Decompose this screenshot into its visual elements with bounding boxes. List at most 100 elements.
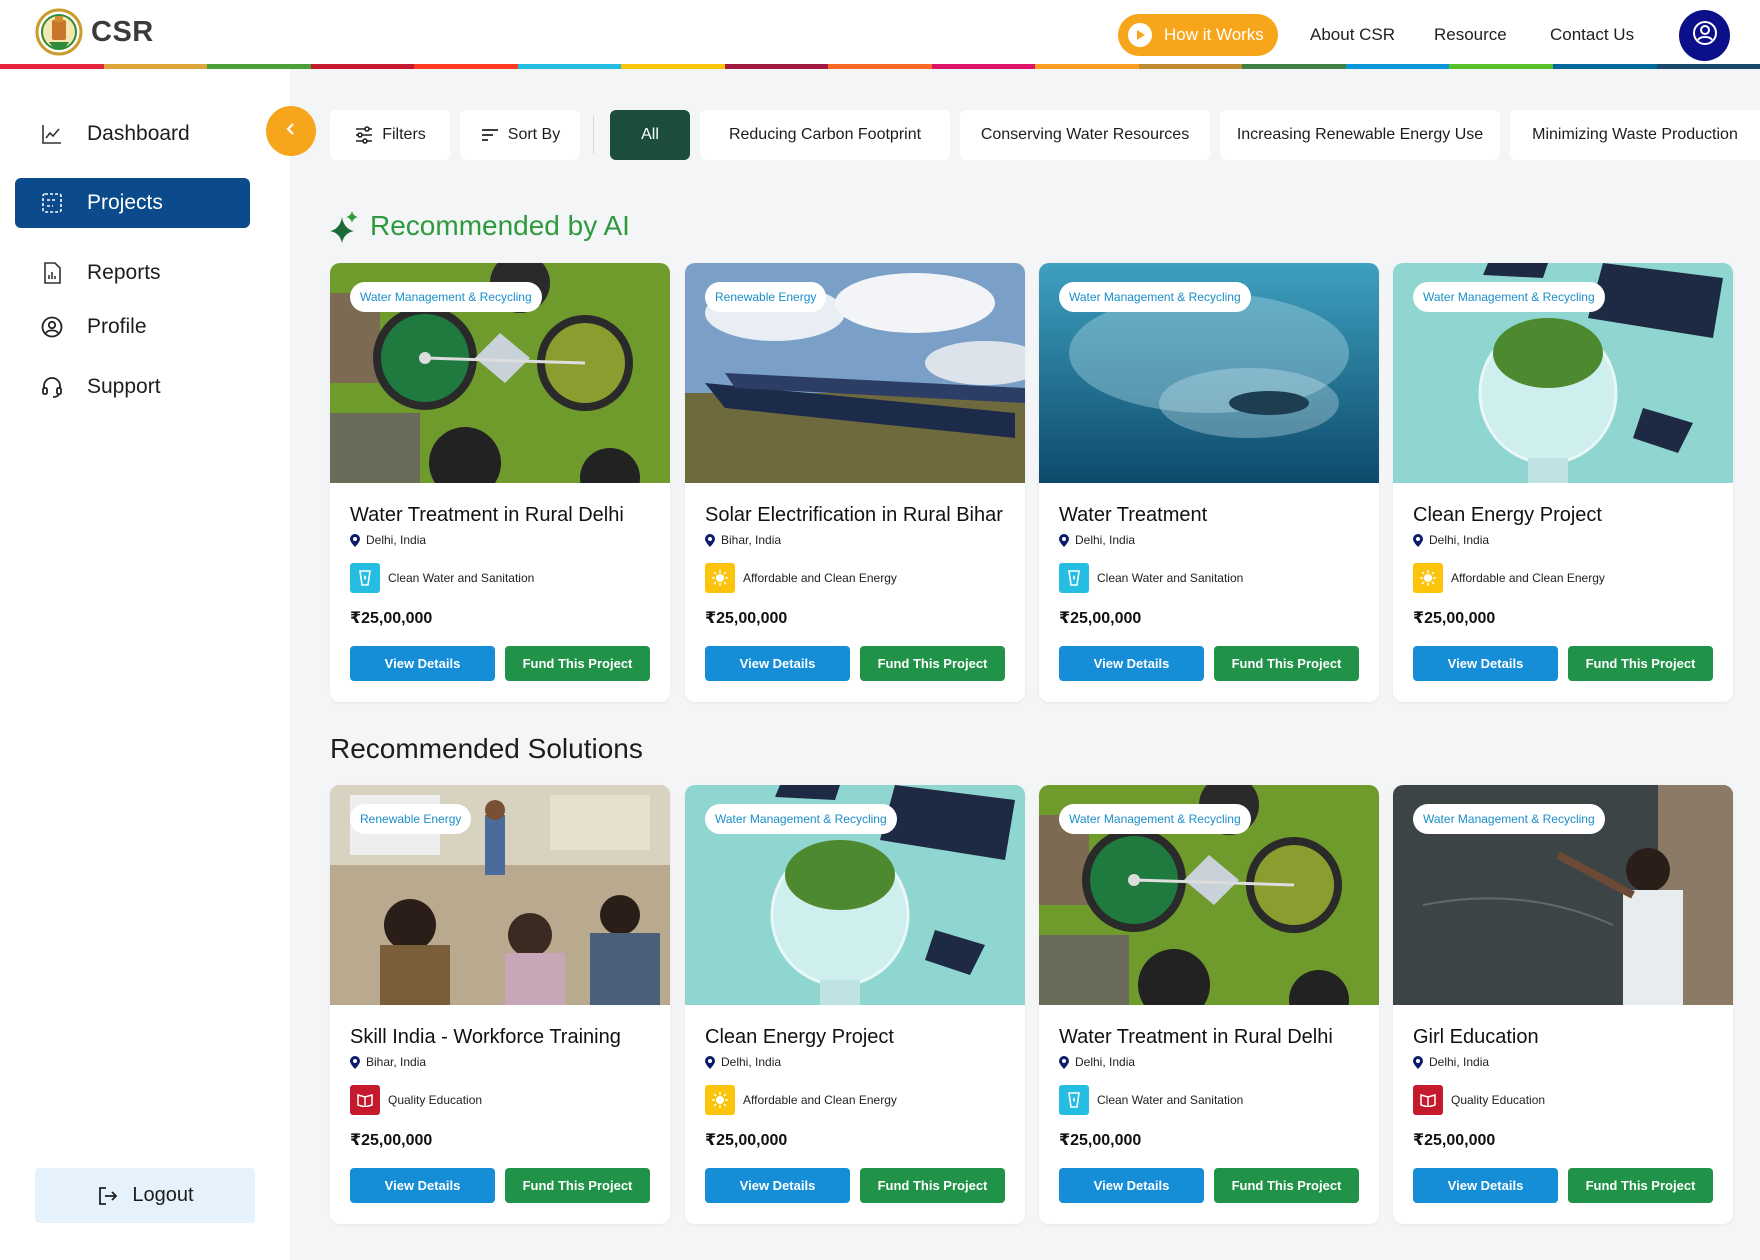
sidebar-item-reports[interactable]: Reports	[15, 248, 250, 298]
how-it-works-button[interactable]: How it Works	[1118, 14, 1278, 56]
chip-reducing-carbon-footprint[interactable]: Reducing Carbon Footprint	[700, 110, 950, 160]
category-badge: Water Management & Recycling	[1413, 282, 1605, 312]
location-pin-icon	[1059, 1055, 1069, 1069]
project-card[interactable]: Water Management & Recycling Clean Energ…	[685, 785, 1025, 1224]
project-location: Delhi, India	[350, 533, 426, 547]
project-card[interactable]: Water Management & Recycling Water Treat…	[1039, 785, 1379, 1224]
state-emblem-logo[interactable]	[35, 6, 83, 58]
chevron-left-icon	[284, 122, 298, 141]
logout-icon	[96, 1185, 118, 1207]
project-location: Bihar, India	[350, 1055, 426, 1069]
collapse-sidebar-button[interactable]	[266, 106, 316, 156]
sdg-goal-icon	[1413, 1085, 1443, 1115]
section-title-recommended-by-ai: Recommended by AI	[370, 210, 630, 241]
chip-all[interactable]: All	[610, 110, 690, 160]
sidebar-item-label: Profile	[87, 315, 147, 338]
sidebar-item-label: Dashboard	[87, 122, 190, 145]
project-location: Delhi, India	[1413, 1055, 1489, 1069]
sdg-goal: Clean Water and Sanitation	[350, 563, 534, 593]
fund-project-button[interactable]: Fund This Project	[505, 646, 650, 681]
view-details-button[interactable]: View Details	[350, 646, 495, 681]
sdg-goal-label: Quality Education	[1451, 1093, 1546, 1107]
project-card[interactable]: Water Management & Recycling Clean Energ…	[1393, 263, 1733, 702]
view-details-button[interactable]: View Details	[705, 646, 850, 681]
project-card[interactable]: Water Management & Recycling Girl Educat…	[1393, 785, 1733, 1224]
fund-project-button[interactable]: Fund This Project	[860, 646, 1005, 681]
nav-resource[interactable]: Resource	[1434, 14, 1507, 56]
logout-button[interactable]: Logout	[35, 1168, 255, 1223]
chip-increasing-renewable-energy[interactable]: Increasing Renewable Energy Use	[1220, 110, 1500, 160]
fund-project-button[interactable]: Fund This Project	[1214, 1168, 1359, 1203]
filters-button[interactable]: Filters	[330, 110, 450, 160]
fund-project-button[interactable]: Fund This Project	[1214, 646, 1359, 681]
view-details-button[interactable]: View Details	[1059, 1168, 1204, 1203]
sliders-icon	[354, 125, 374, 145]
sidebar-item-profile[interactable]: Profile	[15, 302, 250, 352]
fund-project-button[interactable]: Fund This Project	[1568, 1168, 1713, 1203]
category-badge: Water Management & Recycling	[350, 282, 542, 312]
nav-about-csr[interactable]: About CSR	[1310, 14, 1395, 56]
view-details-button[interactable]: View Details	[1059, 646, 1204, 681]
project-title[interactable]: Clean Energy Project	[1413, 504, 1602, 527]
location-pin-icon	[350, 1055, 360, 1069]
sdg-goal-label: Affordable and Clean Energy	[1451, 571, 1605, 585]
project-amount: ₹25,00,000	[350, 610, 433, 627]
project-card[interactable]: Renewable Energy Skill India - Workforce…	[330, 785, 670, 1224]
project-card[interactable]: Renewable Energy Solar Electrification i…	[685, 263, 1025, 702]
project-title[interactable]: Water Treatment in Rural Delhi	[350, 504, 624, 527]
sdg-goal-icon	[1059, 1085, 1089, 1115]
location-text: Delhi, India	[366, 533, 427, 547]
section-title-recommended-solutions: Recommended Solutions	[330, 733, 643, 764]
view-details-button[interactable]: View Details	[1413, 646, 1558, 681]
projects-icon	[39, 190, 65, 216]
filter-divider	[593, 116, 594, 154]
nav-contact-us[interactable]: Contact Us	[1550, 14, 1634, 56]
location-text: Delhi, India	[1429, 1055, 1490, 1069]
project-title[interactable]: Water Treatment	[1059, 504, 1207, 527]
sidebar-item-projects[interactable]: Projects	[15, 178, 250, 228]
report-icon	[39, 260, 65, 286]
logout-label: Logout	[132, 1184, 194, 1206]
location-pin-icon	[1413, 1055, 1423, 1069]
fund-project-button[interactable]: Fund This Project	[860, 1168, 1005, 1203]
project-title[interactable]: Water Treatment in Rural Delhi	[1059, 1026, 1333, 1049]
project-title[interactable]: Clean Energy Project	[705, 1026, 894, 1049]
project-title[interactable]: Girl Education	[1413, 1026, 1539, 1049]
brand-name[interactable]: CSR	[91, 16, 154, 49]
view-details-button[interactable]: View Details	[705, 1168, 850, 1203]
profile-icon	[39, 314, 65, 340]
view-details-button[interactable]: View Details	[350, 1168, 495, 1203]
project-location: Delhi, India	[1059, 1055, 1135, 1069]
sort-by-button[interactable]: Sort By	[460, 110, 580, 160]
chip-conserving-water-resources[interactable]: Conserving Water Resources	[960, 110, 1210, 160]
category-badge: Renewable Energy	[705, 282, 827, 312]
location-text: Delhi, India	[1429, 533, 1490, 547]
sidebar-item-label: Reports	[87, 261, 161, 284]
project-title[interactable]: Skill India - Workforce Training	[350, 1026, 621, 1049]
sdg-goal-icon	[350, 563, 380, 593]
location-text: Bihar, India	[366, 1055, 427, 1069]
project-amount: ₹25,00,000	[705, 610, 788, 627]
top-header: CSR How it Works About CSR Resource Cont…	[0, 0, 1760, 69]
sdg-goal-label: Affordable and Clean Energy	[743, 1093, 897, 1107]
user-account-button[interactable]	[1679, 10, 1730, 61]
sdg-goal: Quality Education	[1413, 1085, 1545, 1115]
sdg-goal: Clean Water and Sanitation	[1059, 563, 1243, 593]
filters-label: Filters	[382, 126, 426, 143]
category-badge: Renewable Energy	[350, 804, 472, 834]
project-card[interactable]: Water Management & Recycling Water Treat…	[1039, 263, 1379, 702]
project-title[interactable]: Solar Electrification in Rural Bihar	[705, 504, 1003, 527]
sidebar-item-support[interactable]: Support	[15, 362, 250, 412]
project-card[interactable]: Water Management & Recycling Water Treat…	[330, 263, 670, 702]
fund-project-button[interactable]: Fund This Project	[505, 1168, 650, 1203]
fund-project-button[interactable]: Fund This Project	[1568, 646, 1713, 681]
view-details-button[interactable]: View Details	[1413, 1168, 1558, 1203]
location-pin-icon	[350, 533, 360, 547]
sdg-goal-label: Quality Education	[388, 1093, 483, 1107]
chip-minimizing-waste-production[interactable]: Minimizing Waste Production	[1510, 110, 1760, 160]
category-badge: Water Management & Recycling	[1059, 804, 1251, 834]
category-badge: Water Management & Recycling	[1059, 282, 1251, 312]
sidebar-item-dashboard[interactable]: Dashboard	[15, 109, 250, 159]
sdg-goal-icon	[705, 1085, 735, 1115]
project-location: Bihar, India	[705, 533, 781, 547]
